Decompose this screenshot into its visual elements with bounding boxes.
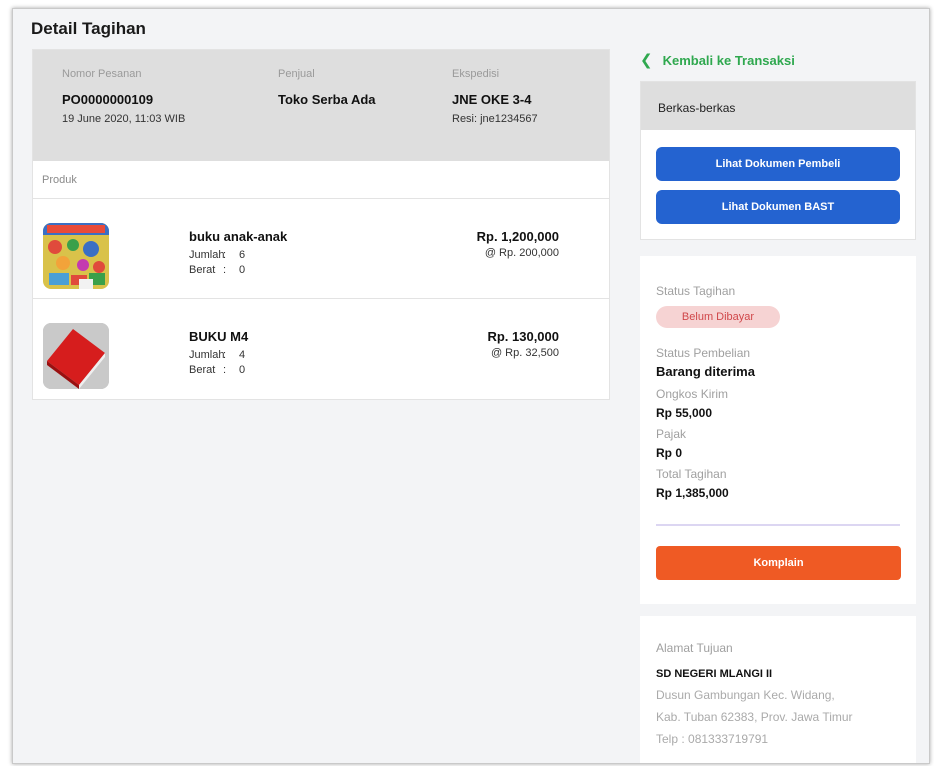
order-date: 19 June 2020, 11:03 WIB — [62, 113, 186, 125]
product-row: BUKU M4 Jumlah: 4 Berat:0 Rp. 130,000 @ R… — [33, 299, 609, 399]
quantity-label: Jumlah — [189, 249, 225, 261]
products-header: Produk — [33, 161, 609, 199]
expedition-block: Ekspedisi JNE OKE 3-4 Resi: jne1234567 — [452, 68, 538, 125]
billing-status-label: Status Tagihan — [656, 284, 736, 298]
seller-block: Penjual Toko Serba Ada — [278, 68, 376, 107]
expedition-label: Ekspedisi — [452, 68, 500, 80]
address-line-2: Kab. Tuban 62383, Prov. Jawa Timur — [656, 710, 853, 724]
order-detail-panel: Nomor Pesanan PO0000000109 19 June 2020,… — [32, 49, 610, 400]
product-weight: Berat:0 — [189, 364, 245, 376]
view-bast-document-button[interactable]: Lihat Dokumen BAST — [656, 190, 900, 224]
purchase-status-label: Status Pembelian — [656, 346, 751, 360]
tracking-number: Resi: jne1234567 — [452, 113, 538, 125]
address-line-1: Dusun Gambungan Kec. Widang, — [656, 688, 835, 702]
view-buyer-document-button[interactable]: Lihat Dokumen Pembeli — [656, 147, 900, 181]
files-title: Berkas-berkas — [641, 82, 915, 130]
seller-value: Toko Serba Ada — [278, 92, 376, 107]
separator: : — [223, 249, 227, 261]
status-badge: Belum Dibayar — [656, 306, 780, 328]
files-card: Berkas-berkas Lihat Dokumen Pembeli Liha… — [640, 81, 916, 240]
expedition-value: JNE OKE 3-4 — [452, 92, 532, 107]
app-frame: Detail Tagihan Nomor Pesanan PO000000010… — [12, 8, 930, 764]
product-quantity: Jumlah: 6 — [189, 249, 245, 261]
seller-label: Penjual — [278, 68, 315, 80]
order-number-block: Nomor Pesanan PO0000000109 19 June 2020,… — [62, 68, 185, 125]
product-total-price: Rp. 1,200,000 — [476, 229, 559, 244]
product-quantity: Jumlah: 4 — [189, 349, 245, 361]
address-title: Alamat Tujuan — [656, 641, 733, 655]
address-phone: Telp : 081333719791 — [656, 732, 769, 746]
product-total-price: Rp. 130,000 — [487, 329, 559, 344]
product-unit-price: @ Rp. 32,500 — [490, 347, 559, 359]
chevron-left-icon: ❮ — [640, 52, 653, 69]
weight-label: Berat — [189, 364, 216, 376]
order-header: Nomor Pesanan PO0000000109 19 June 2020,… — [33, 50, 609, 161]
product-image — [43, 223, 109, 289]
weight-label: Berat — [189, 264, 216, 276]
separator: : — [223, 364, 227, 376]
back-to-transactions-link[interactable]: ❮ Kembali ke Transaksi — [640, 51, 795, 69]
product-name: BUKU M4 — [189, 329, 249, 344]
complain-button[interactable]: Komplain — [656, 546, 901, 580]
weight-value: 0 — [239, 264, 246, 276]
billing-status-card: Status Tagihan Belum Dibayar Status Pemb… — [640, 256, 916, 604]
quantity-value: 6 — [239, 249, 246, 261]
purchase-status-value: Barang diterima — [656, 364, 755, 379]
quantity-value: 4 — [239, 349, 246, 361]
tax-value: Rp 0 — [656, 446, 683, 460]
shipping-address-card: Alamat Tujuan SD NEGERI MLANGI II Dusun … — [640, 616, 916, 763]
total-bill-label: Total Tagihan — [656, 467, 727, 481]
product-image — [43, 323, 109, 389]
back-link-label: Kembali ke Transaksi — [662, 52, 795, 68]
page-title: Detail Tagihan — [31, 19, 146, 38]
separator: : — [223, 264, 227, 276]
product-unit-price: @ Rp. 200,000 — [484, 247, 559, 259]
divider — [656, 524, 900, 526]
shipping-cost-label: Ongkos Kirim — [656, 387, 729, 401]
product-name: buku anak-anak — [189, 229, 288, 244]
product-weight: Berat:0 — [189, 264, 245, 276]
recipient-name: SD NEGERI MLANGI II — [656, 668, 773, 680]
separator: : — [223, 349, 227, 361]
total-bill-value: Rp 1,385,000 — [656, 486, 729, 500]
shipping-cost-value: Rp 55,000 — [656, 406, 713, 420]
product-row: buku anak-anak Jumlah: 6 Berat:0 Rp. 1,20… — [33, 199, 609, 299]
order-number-label: Nomor Pesanan — [62, 68, 142, 80]
tax-label: Pajak — [656, 427, 687, 441]
order-number-value: PO0000000109 — [62, 92, 154, 107]
weight-value: 0 — [239, 364, 246, 376]
quantity-label: Jumlah — [189, 349, 225, 361]
